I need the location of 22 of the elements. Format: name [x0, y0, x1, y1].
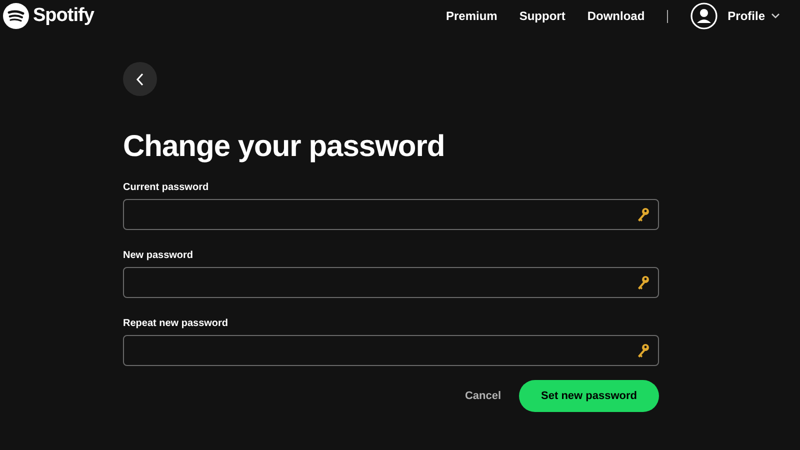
logo-icon: [3, 3, 29, 29]
password-field[interactable]: [123, 335, 659, 366]
back-button[interactable]: [123, 62, 157, 96]
field-label: Current password: [123, 182, 210, 193]
chevron-left-icon: [136, 72, 144, 86]
field-label: New password: [123, 250, 194, 261]
chevron-down-icon: [771, 13, 780, 19]
cancel-button[interactable]: Cancel: [464, 390, 502, 402]
nav-link[interactable]: Premium: [446, 9, 498, 23]
page-title: Change your password: [123, 130, 446, 164]
password-field[interactable]: [123, 267, 659, 298]
submit-button[interactable]: Set new password: [519, 380, 659, 412]
field-label: Repeat new password: [123, 318, 230, 329]
nav-link[interactable]: Support: [519, 9, 566, 23]
nav-link[interactable]: Download: [587, 9, 645, 23]
avatar-icon[interactable]: [690, 2, 718, 30]
key-icon: [636, 342, 650, 358]
key-icon: [636, 206, 650, 222]
password-field[interactable]: [123, 199, 659, 230]
profile-menu[interactable]: Profile: [728, 9, 780, 23]
key-icon: [636, 274, 650, 290]
logo-text: Spotify: [33, 5, 94, 27]
